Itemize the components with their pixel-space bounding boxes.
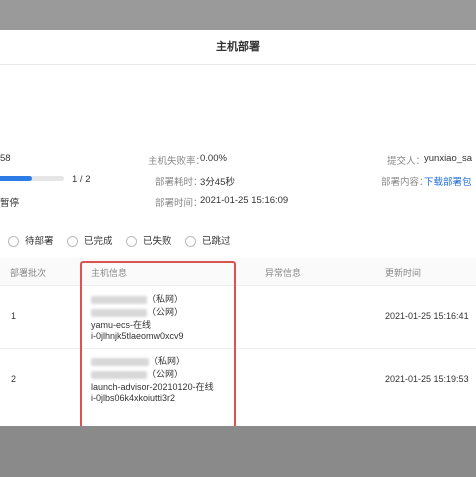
header-batch: 部署批次 xyxy=(10,268,47,278)
duration-value: 3分45秒 xyxy=(200,177,235,188)
host-deploy-modal: 主机部署 58 主机失败率： 0.00% 提交人： yunxiao_sa 1 /… xyxy=(0,30,476,441)
update-time: 2021-01-25 15:16:41 xyxy=(385,311,469,321)
progress-text: 1 / 2 xyxy=(72,174,91,185)
duration-label: 部署耗时： xyxy=(155,177,203,188)
backdrop-top xyxy=(0,0,476,30)
pause-button[interactable]: 暂停 xyxy=(0,195,19,209)
deploy-time-label: 部署时间： xyxy=(155,198,203,209)
filter-pending[interactable]: 待部署 xyxy=(8,233,54,247)
radio-circle-icon xyxy=(67,235,78,247)
submitter-label: 提交人： xyxy=(387,156,426,167)
update-time: 2021-01-25 15:19:53 xyxy=(385,374,469,384)
deploy-progress-bar xyxy=(0,176,64,181)
backdrop-bottom xyxy=(0,426,476,477)
fail-rate-value: 0.00% xyxy=(200,153,227,164)
row-divider xyxy=(0,348,476,349)
host-info-highlight-box xyxy=(80,261,236,441)
table-header: 部署批次 主机信息 异常信息 更新时间 xyxy=(0,258,476,286)
host-count-value: 58 xyxy=(0,153,11,164)
filter-completed[interactable]: 已完成 xyxy=(67,233,113,247)
fail-rate-label: 主机失败率： xyxy=(148,156,206,167)
modal-title: 主机部署 xyxy=(0,30,476,65)
deploy-progress-fill xyxy=(0,176,32,181)
header-update-time: 更新时间 xyxy=(385,268,422,278)
row-batch: 2 xyxy=(11,374,17,384)
radio-circle-icon xyxy=(8,235,19,247)
radio-circle-icon xyxy=(126,235,137,247)
header-error-info: 异常信息 xyxy=(265,268,302,278)
row-batch: 1 xyxy=(11,311,17,321)
submitter-value: yunxiao_sa xyxy=(424,153,473,164)
radio-circle-icon xyxy=(185,235,196,247)
filter-skipped[interactable]: 已跳过 xyxy=(185,233,231,247)
deploy-time-value: 2021-01-25 15:16:09 xyxy=(200,195,289,206)
download-package-link[interactable]: 下载部署包 xyxy=(424,174,472,188)
filter-failed[interactable]: 已失败 xyxy=(126,233,172,247)
content-label: 部署内容： xyxy=(381,177,429,188)
